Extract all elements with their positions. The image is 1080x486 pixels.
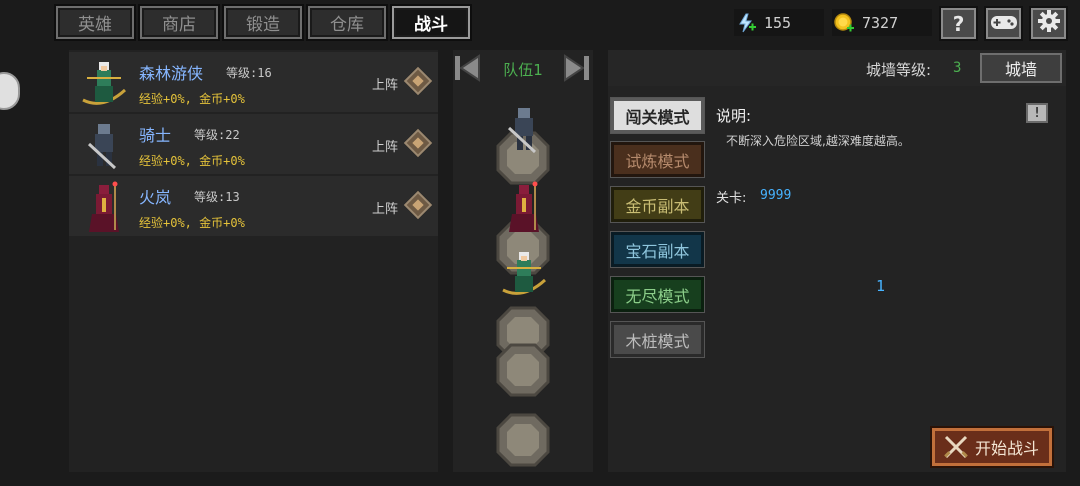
hero-row-forest-ranger[interactable]: 森林游侠 等级:16 经验+0%, 金币+0% 上阵: [69, 52, 438, 112]
wall-level-value: 3: [953, 60, 962, 76]
hero-name: 火岚: [139, 188, 172, 207]
fire-mage-sprite: [89, 181, 119, 232]
tab-battle[interactable]: 战斗: [390, 4, 472, 41]
main-tabs: 英雄 商店 锻造 仓库 战斗: [54, 4, 472, 41]
knight-sprite: [87, 124, 117, 170]
floating-chat-bubble[interactable]: [0, 72, 20, 110]
deploy-label: 上阵: [371, 140, 398, 155]
hero-bonus: 经验+0%, 金币+0%: [139, 216, 245, 230]
team-forest-ranger-sprite: [502, 252, 547, 295]
hero-level: 等级:13: [194, 190, 240, 204]
team-slot-5[interactable]: [495, 412, 551, 468]
wall-level-label: 城墙等级:: [866, 61, 932, 79]
help-button[interactable]: ?: [939, 6, 978, 41]
energy-value: 155: [764, 13, 792, 32]
deploy-diamond-icon[interactable]: [403, 190, 433, 220]
info-button[interactable]: !: [1026, 103, 1048, 123]
hero-bonus: 经验+0%, 金币+0%: [139, 154, 245, 168]
mode-gold-dungeon-button[interactable]: 金币副本: [610, 186, 705, 223]
tab-shop[interactable]: 商店: [138, 4, 220, 41]
mode-dummy-button[interactable]: 木桩模式: [610, 321, 705, 358]
team-header: 队伍1: [453, 50, 593, 86]
description-text: 不断深入危险区域,越深难度越高。: [726, 134, 910, 148]
team-panel: 队伍1: [453, 50, 593, 472]
hero-level: 等级:16: [226, 66, 272, 80]
mode-gem-dungeon-button[interactable]: 宝石副本: [610, 231, 705, 268]
tab-warehouse[interactable]: 仓库: [306, 4, 388, 41]
wall-button[interactable]: 城墙: [980, 53, 1062, 83]
team-fire-mage-sprite: [509, 181, 539, 232]
stage-label: 关卡:: [716, 191, 747, 206]
description-title: 说明:: [716, 107, 752, 125]
deploy-diamond-icon[interactable]: [403, 66, 433, 96]
coin-plus-icon[interactable]: [832, 11, 856, 35]
gamepad-button[interactable]: [984, 6, 1023, 41]
hero-name: 森林游侠: [139, 64, 204, 83]
energy-counter: 155: [734, 9, 824, 36]
mode-endless-button[interactable]: 无尽模式: [610, 276, 705, 313]
tab-heroes[interactable]: 英雄: [54, 4, 136, 41]
hero-bonus: 经验+0%, 金币+0%: [139, 92, 245, 106]
team-next-arrow-icon[interactable]: [561, 53, 591, 83]
tab-forge[interactable]: 锻造: [222, 4, 304, 41]
start-battle-button[interactable]: 开始战斗: [930, 426, 1054, 468]
hero-row-fire-mage[interactable]: 火岚 等级:13 经验+0%, 金币+0% 上阵: [69, 176, 438, 236]
forest-ranger-sprite: [82, 62, 127, 105]
gamepad-icon: [990, 12, 1018, 36]
hero-name: 骑士: [139, 126, 172, 145]
deploy-diamond-icon[interactable]: [403, 128, 433, 158]
mode-campaign-button[interactable]: 闯关模式: [610, 97, 705, 134]
hero-row-knight[interactable]: 骑士 等级:22 经验+0%, 金币+0% 上阵: [69, 114, 438, 174]
hero-list: 森林游侠 等级:16 经验+0%, 金币+0% 上阵 骑士 等级:22 经验+0…: [69, 50, 438, 472]
gold-value: 7327: [862, 13, 899, 32]
gold-counter: 7327: [832, 9, 932, 36]
deploy-label: 上阵: [371, 78, 398, 93]
hero-level: 等级:22: [194, 128, 240, 142]
deploy-label: 上阵: [371, 202, 398, 217]
settings-button[interactable]: [1029, 6, 1068, 41]
crossed-swords-icon: [943, 434, 969, 460]
team-knight-sprite: [507, 108, 537, 154]
team-slot-4[interactable]: [495, 342, 551, 398]
lightning-plus-icon[interactable]: [734, 11, 758, 35]
stage-number: 1: [876, 277, 886, 295]
gear-icon: [1037, 9, 1061, 38]
start-battle-label: 开始战斗: [975, 439, 1040, 458]
stage-value: 9999: [760, 188, 792, 203]
mode-trial-button[interactable]: 试炼模式: [610, 141, 705, 178]
